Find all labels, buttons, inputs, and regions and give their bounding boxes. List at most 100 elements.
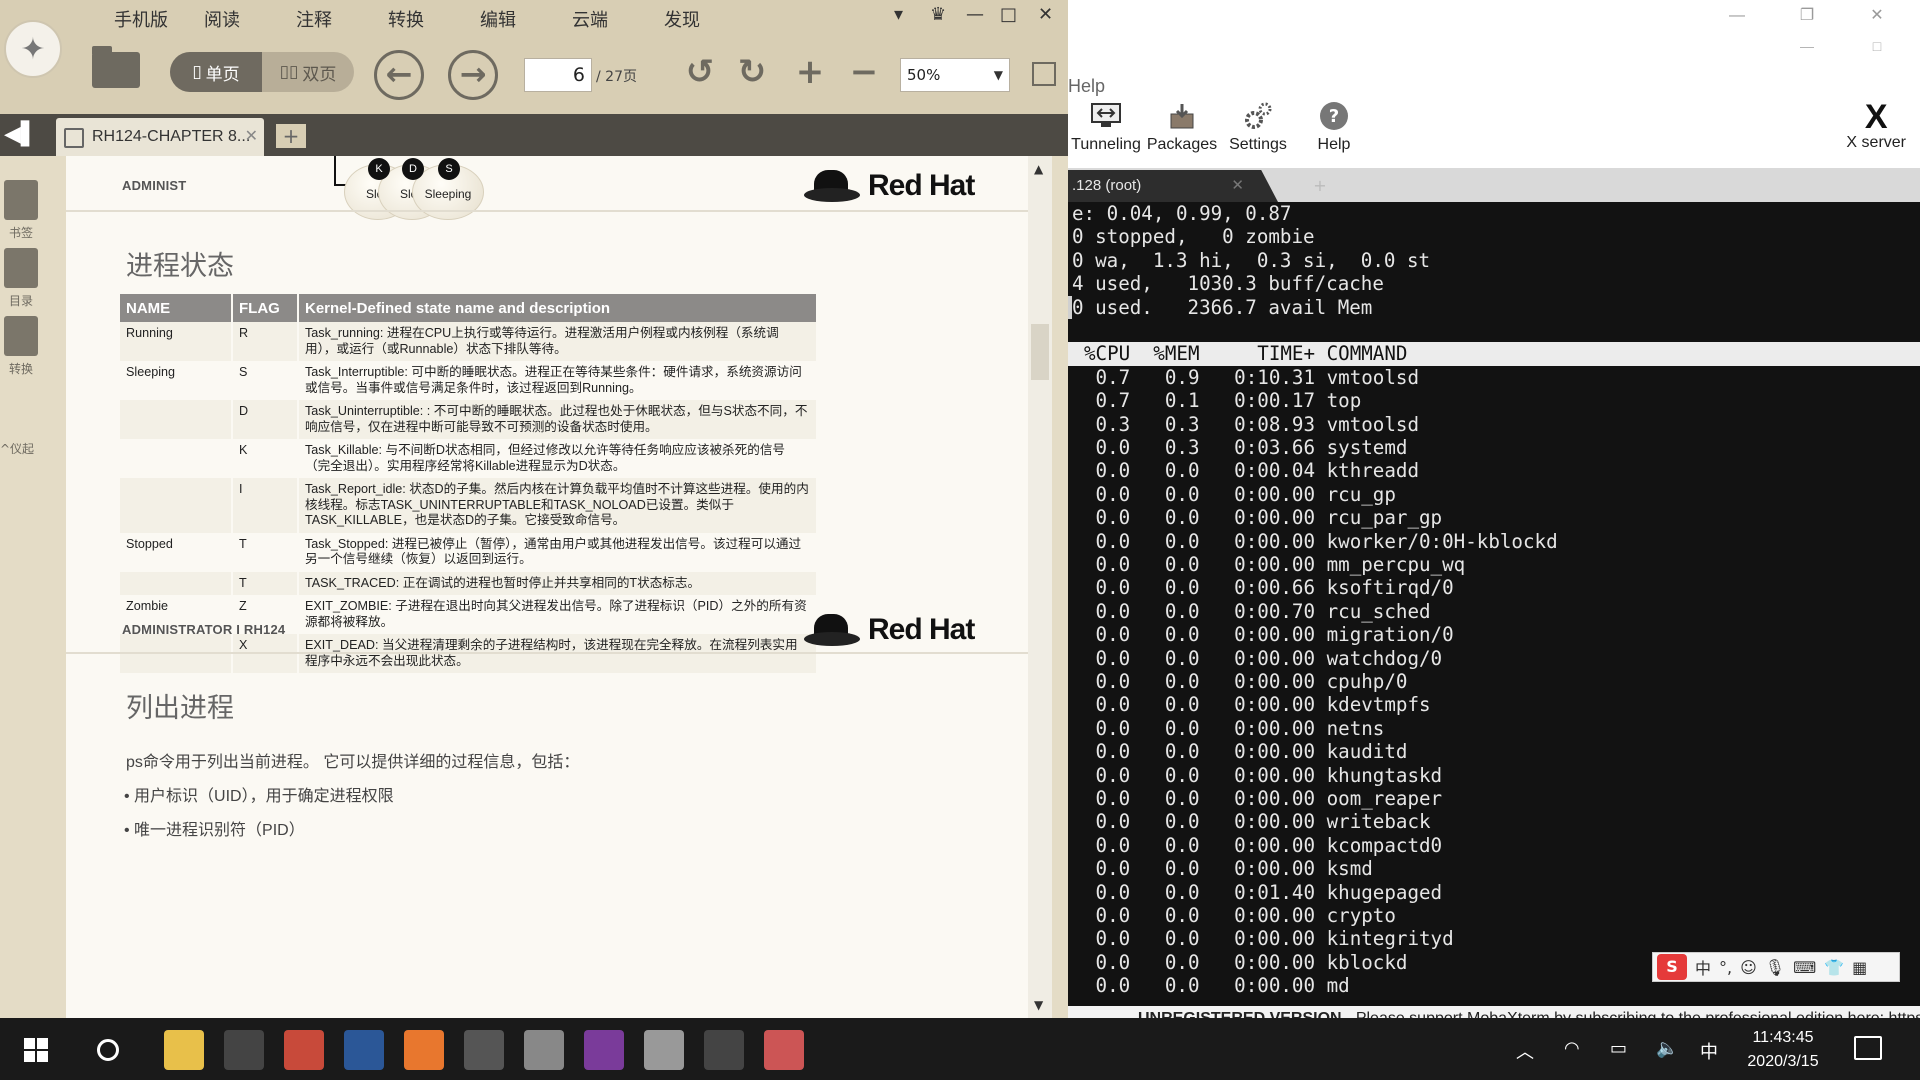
table-row: Sleeping S Task_Interruptible: 可中断的睡眠状态。进程… — [120, 361, 818, 400]
new-tab-icon[interactable]: + — [1304, 176, 1336, 196]
word-icon[interactable] — [342, 1028, 386, 1072]
xserver-button[interactable]: X X server — [1846, 100, 1906, 152]
notification-center-icon[interactable] — [1854, 1036, 1882, 1060]
state-description-cell: Task_Interruptible: 可中断的睡眠状态。进程正在等待某些条件：… — [298, 361, 818, 400]
double-page-button[interactable]: ▯▯ 双页 — [262, 52, 354, 92]
skin-icon[interactable]: ♛ — [930, 4, 946, 25]
rotate-left-icon[interactable]: ↺ — [680, 52, 720, 92]
state-description-cell: Task_Killable: 与不间断D状态相同，但经过修改以允许等待任务响应应… — [298, 439, 818, 478]
menu-discover[interactable]: 发现 — [664, 6, 700, 32]
help-button[interactable]: ? Help — [1296, 100, 1372, 154]
process-row: 0.0 0.0 0:00.00 migration/0 — [1084, 623, 1454, 647]
minimize-button[interactable]: — — [1702, 4, 1772, 28]
maximize-button[interactable]: □ — [1000, 4, 1017, 25]
camera-app-icon[interactable] — [462, 1028, 506, 1072]
column-header: Kernel-Defined state name and descriptio… — [298, 294, 818, 322]
minimize-button[interactable]: — — [1772, 38, 1842, 54]
slide-divider — [66, 210, 1028, 212]
terminal[interactable]: e: 0.04, 0.99, 0.87 0 stopped, 0 zombie 0 … — [1068, 202, 1920, 1006]
mic-icon[interactable]: 🎙 — [1765, 958, 1785, 977]
menu-mobile[interactable]: 手机版 — [114, 6, 168, 32]
battery-icon[interactable]: ▭ — [1610, 1038, 1627, 1059]
scroll-up-icon[interactable]: ▲ — [1034, 162, 1043, 176]
add-tab-button[interactable]: + — [276, 124, 306, 148]
scroll-down-icon[interactable]: ▼ — [1034, 998, 1043, 1012]
volume-icon[interactable]: 🔈 — [1656, 1038, 1678, 1059]
menu-cloud[interactable]: 云端 — [572, 6, 608, 32]
onenote-icon[interactable] — [582, 1028, 626, 1072]
sidebar-item-toc[interactable]: 目录 — [0, 248, 42, 309]
restore-button[interactable]: ❐ — [1772, 4, 1842, 28]
zoom-select[interactable]: 50% ▼ — [900, 58, 1010, 92]
zoom-in-icon[interactable]: + — [790, 52, 830, 92]
chevron-up-icon[interactable]: ︿ — [1516, 1038, 1534, 1064]
document-tab[interactable]: RH124-CHAPTER 8... ✕ — [56, 118, 264, 156]
clock[interactable]: 11:43:45 2020/3/15 — [1740, 1026, 1826, 1074]
grid-icon[interactable]: ▦ — [1852, 958, 1867, 977]
scroll-thumb[interactable] — [1031, 324, 1049, 380]
vmware-icon[interactable] — [522, 1028, 566, 1072]
search-button[interactable] — [86, 1028, 130, 1072]
paint-icon[interactable] — [762, 1028, 806, 1072]
session-tab[interactable]: .128 (root) ✕ — [1068, 170, 1278, 202]
prev-page-button[interactable]: ← — [374, 50, 424, 100]
pdf-reader-icon[interactable] — [282, 1028, 326, 1072]
minimize-button[interactable]: — — [966, 4, 984, 25]
page-number-input[interactable]: 6 — [524, 58, 592, 92]
smile-icon[interactable]: ☺ — [1740, 958, 1757, 977]
firefox-icon[interactable] — [402, 1028, 446, 1072]
menu-read[interactable]: 阅读 — [204, 6, 240, 32]
close-button[interactable]: ✕ — [1038, 4, 1053, 25]
state-flag-cell: S — [232, 361, 299, 400]
maximize-button[interactable]: □ — [1842, 38, 1912, 54]
tunneling-button[interactable]: Tunneling — [1068, 100, 1144, 154]
input-language-indicator[interactable]: 中 — [1700, 1038, 1718, 1064]
state-flag-cell: T — [232, 532, 299, 572]
start-button[interactable] — [14, 1028, 58, 1072]
ime-language-toggle[interactable]: 中 — [1695, 955, 1711, 979]
file-explorer-icon[interactable] — [162, 1028, 206, 1072]
state-dot: S — [438, 158, 460, 180]
open-folder-icon[interactable] — [92, 46, 140, 88]
wifi-icon[interactable]: ◠ — [1564, 1038, 1580, 1059]
ime-punctuation-toggle[interactable]: °, — [1719, 958, 1732, 977]
process-row: 0.0 0.0 0:00.00 ksmd — [1084, 857, 1373, 881]
mobaxterm-icon[interactable] — [702, 1028, 746, 1072]
collapse-sidebar-icon[interactable]: ◀▌ — [4, 122, 38, 147]
shirt-icon[interactable]: 👕 — [1824, 958, 1844, 977]
keyboard-icon[interactable]: ⌨ — [1793, 958, 1816, 977]
table-row: Running R Task_running: 进程在CPU上执行或等待运行。进程激… — [120, 322, 818, 361]
menu-annotate[interactable]: 注释 — [296, 6, 332, 32]
pdf-reader-glyph — [284, 1030, 324, 1070]
fit-page-icon[interactable] — [1032, 62, 1056, 86]
tool-label: Settings — [1229, 136, 1287, 153]
packages-button[interactable]: Packages — [1144, 100, 1220, 154]
section-title: 列出进程 — [126, 693, 234, 723]
single-page-button[interactable]: ▯ 单页 — [170, 52, 262, 92]
rotate-right-icon[interactable]: ↻ — [732, 52, 772, 92]
redhat-hat-icon — [804, 612, 860, 648]
state-flag-cell: I — [232, 478, 299, 533]
circle-app-icon[interactable] — [222, 1028, 266, 1072]
app-logo-icon[interactable]: ✦ — [4, 20, 62, 78]
feather-app-icon[interactable] — [642, 1028, 686, 1072]
zoom-out-icon[interactable]: − — [844, 52, 884, 92]
close-tab-icon[interactable]: ✕ — [1231, 170, 1244, 202]
ime-logo-icon[interactable]: S — [1657, 954, 1687, 980]
menu-convert[interactable]: 转换 — [388, 6, 424, 32]
close-button[interactable]: ✕ — [1842, 4, 1912, 28]
menu-edit[interactable]: 编辑 — [480, 6, 516, 32]
close-tab-icon[interactable]: ✕ — [245, 118, 258, 156]
sidebar-item-bookmarks[interactable]: 书签 — [0, 180, 42, 241]
document-scrollbar[interactable]: ▲ ▼ — [1028, 156, 1052, 1018]
sidebar-item-convert[interactable]: 转换 — [0, 316, 42, 377]
state-name-cell — [120, 400, 233, 439]
redhat-logo-text: Red Hat — [868, 613, 975, 646]
next-page-button[interactable]: → — [448, 50, 498, 100]
menu-help[interactable]: Help — [1068, 76, 1105, 97]
process-row: 0.7 0.1 0:00.17 top — [1084, 389, 1362, 413]
file-explorer-glyph — [164, 1030, 204, 1070]
dropdown-icon[interactable]: ▾ — [894, 4, 903, 25]
settings-button[interactable]: Settings — [1220, 100, 1296, 154]
chevron-down-icon: ▼ — [993, 68, 1003, 82]
